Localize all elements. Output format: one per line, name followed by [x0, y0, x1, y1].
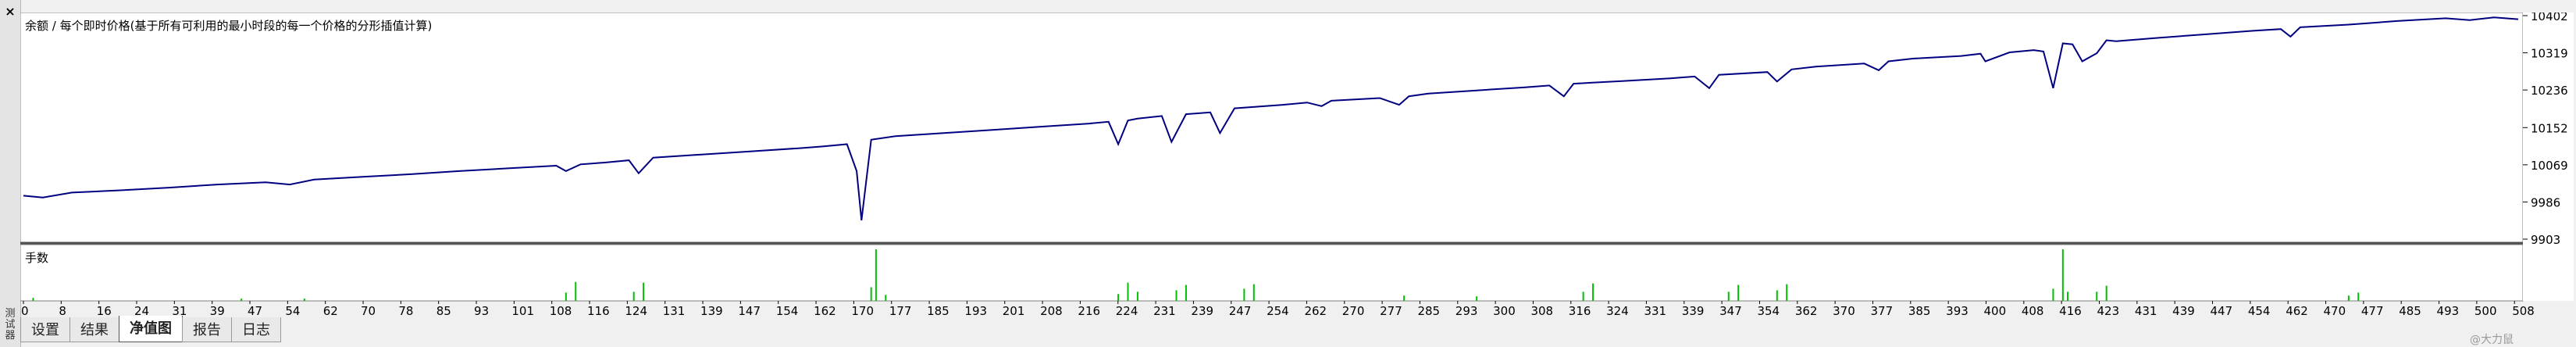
- x-tick-label: 423: [2097, 304, 2120, 317]
- x-tick-label: 262: [1304, 304, 1327, 317]
- tab-4[interactable]: 日志: [231, 317, 281, 342]
- tab-2[interactable]: 净值图: [119, 316, 183, 342]
- x-tick-label: 439: [2172, 304, 2195, 317]
- x-tick-label: 293: [1455, 304, 1478, 317]
- x-tick-label: 462: [2286, 304, 2308, 317]
- x-tick-label: 393: [1946, 304, 1969, 317]
- x-tick-label: 131: [663, 304, 686, 317]
- lots-chart-title: 手数: [25, 251, 48, 265]
- tab-3[interactable]: 报告: [182, 317, 232, 342]
- close-icon[interactable]: ×: [3, 5, 17, 19]
- x-tick-label: 247: [1229, 304, 1252, 317]
- x-tick-label: 416: [2059, 304, 2082, 317]
- x-tick-label: 277: [1380, 304, 1402, 317]
- x-tick-label: 470: [2324, 304, 2346, 317]
- y-tick-label: 10236: [2531, 84, 2568, 98]
- balance-chart-title: 余额 / 每个即时价格(基于所有可利用的最小时段的每一个价格的分形插值计算): [25, 19, 432, 33]
- x-tick-label: 508: [2512, 304, 2535, 317]
- y-tick-label: 10319: [2531, 47, 2568, 61]
- x-tick-label: 331: [1644, 304, 1666, 317]
- x-tick-label: 70: [361, 304, 376, 317]
- x-tick-label: 16: [97, 304, 112, 317]
- x-tick-label: 362: [1795, 304, 1818, 317]
- x-tick-label: 447: [2211, 304, 2233, 317]
- x-tick-label: 147: [738, 304, 761, 317]
- tester-side-strip: × 测试器: [0, 0, 21, 347]
- x-tick-label: 377: [1870, 304, 1893, 317]
- y-tick-label: 10402: [2531, 13, 2568, 23]
- tester-tab-bar: 设置 结果 净值图 报告 日志: [20, 316, 281, 342]
- x-tick-label: 8: [59, 304, 66, 317]
- x-tick-label: 170: [851, 304, 874, 317]
- x-tick-label: 62: [323, 304, 338, 317]
- x-tick-label: 139: [700, 304, 723, 317]
- x-tick-label: 208: [1040, 304, 1063, 317]
- x-tick-label: 231: [1153, 304, 1176, 317]
- x-tick-label: 93: [474, 304, 489, 317]
- x-tick-label: 101: [511, 304, 534, 317]
- tab-1[interactable]: 结果: [69, 317, 119, 342]
- x-tick-label: 108: [550, 304, 572, 317]
- lots-pane: [20, 244, 2524, 302]
- x-tick-label: 454: [2248, 304, 2271, 317]
- y-tick-label: 9903: [2531, 233, 2560, 247]
- x-tick-label: 385: [1908, 304, 1931, 317]
- x-tick-label: 354: [1757, 304, 1780, 317]
- x-tick-label: 300: [1493, 304, 1516, 317]
- x-tick-label: 239: [1191, 304, 1213, 317]
- y-tick-label: 9986: [2531, 195, 2560, 209]
- x-tick-label: 185: [927, 304, 950, 317]
- x-tick-label: 24: [134, 304, 149, 317]
- tester-label: 测试器: [5, 308, 16, 342]
- x-tick-label: 47: [248, 304, 262, 317]
- x-tick-label: 477: [2361, 304, 2384, 317]
- tab-0[interactable]: 设置: [20, 317, 70, 342]
- x-tick-label: 254: [1267, 304, 1289, 317]
- equity-chart: 10402 10319 10236 10152 10069 9986 9903 余额 / 每个…: [20, 13, 2574, 317]
- x-tick-label: 85: [436, 304, 451, 317]
- x-tick-label: 0: [21, 304, 29, 317]
- x-tick-label: 339: [1682, 304, 1705, 317]
- x-tick-label: 177: [889, 304, 912, 317]
- x-tick-label: 124: [625, 304, 647, 317]
- x-tick-label: 270: [1342, 304, 1365, 317]
- x-tick-label: 408: [2022, 304, 2044, 317]
- x-tick-label: 39: [210, 304, 225, 317]
- x-tick-label: 347: [1719, 304, 1742, 317]
- x-tick-label: 54: [285, 304, 300, 317]
- x-tick-label: 324: [1606, 304, 1629, 317]
- x-tick-label: 400: [1983, 304, 2006, 317]
- x-tick-label: 201: [1003, 304, 1025, 317]
- x-tick-label: 78: [398, 304, 413, 317]
- x-tick-label: 216: [1078, 304, 1100, 317]
- x-tick-label: 116: [587, 304, 610, 317]
- y-tick-label: 10152: [2531, 121, 2568, 135]
- watermark: @大力鼠: [2470, 334, 2514, 346]
- x-tick-label: 285: [1417, 304, 1440, 317]
- x-tick-label: 224: [1116, 304, 1138, 317]
- y-tick-label: 10069: [2531, 159, 2568, 173]
- x-tick-label: 193: [964, 304, 987, 317]
- x-tick-label: 308: [1530, 304, 1553, 317]
- x-tick-label: 316: [1569, 304, 1591, 317]
- balance-pane: [20, 13, 2524, 243]
- x-tick-label: 493: [2437, 304, 2460, 317]
- x-tick-label: 370: [1833, 304, 1855, 317]
- x-tick-label: 162: [814, 304, 836, 317]
- x-tick-label: 431: [2135, 304, 2157, 317]
- x-tick-label: 154: [776, 304, 799, 317]
- x-tick-label: 31: [172, 304, 187, 317]
- x-tick-label: 485: [2399, 304, 2421, 317]
- x-tick-label: 500: [2474, 304, 2497, 317]
